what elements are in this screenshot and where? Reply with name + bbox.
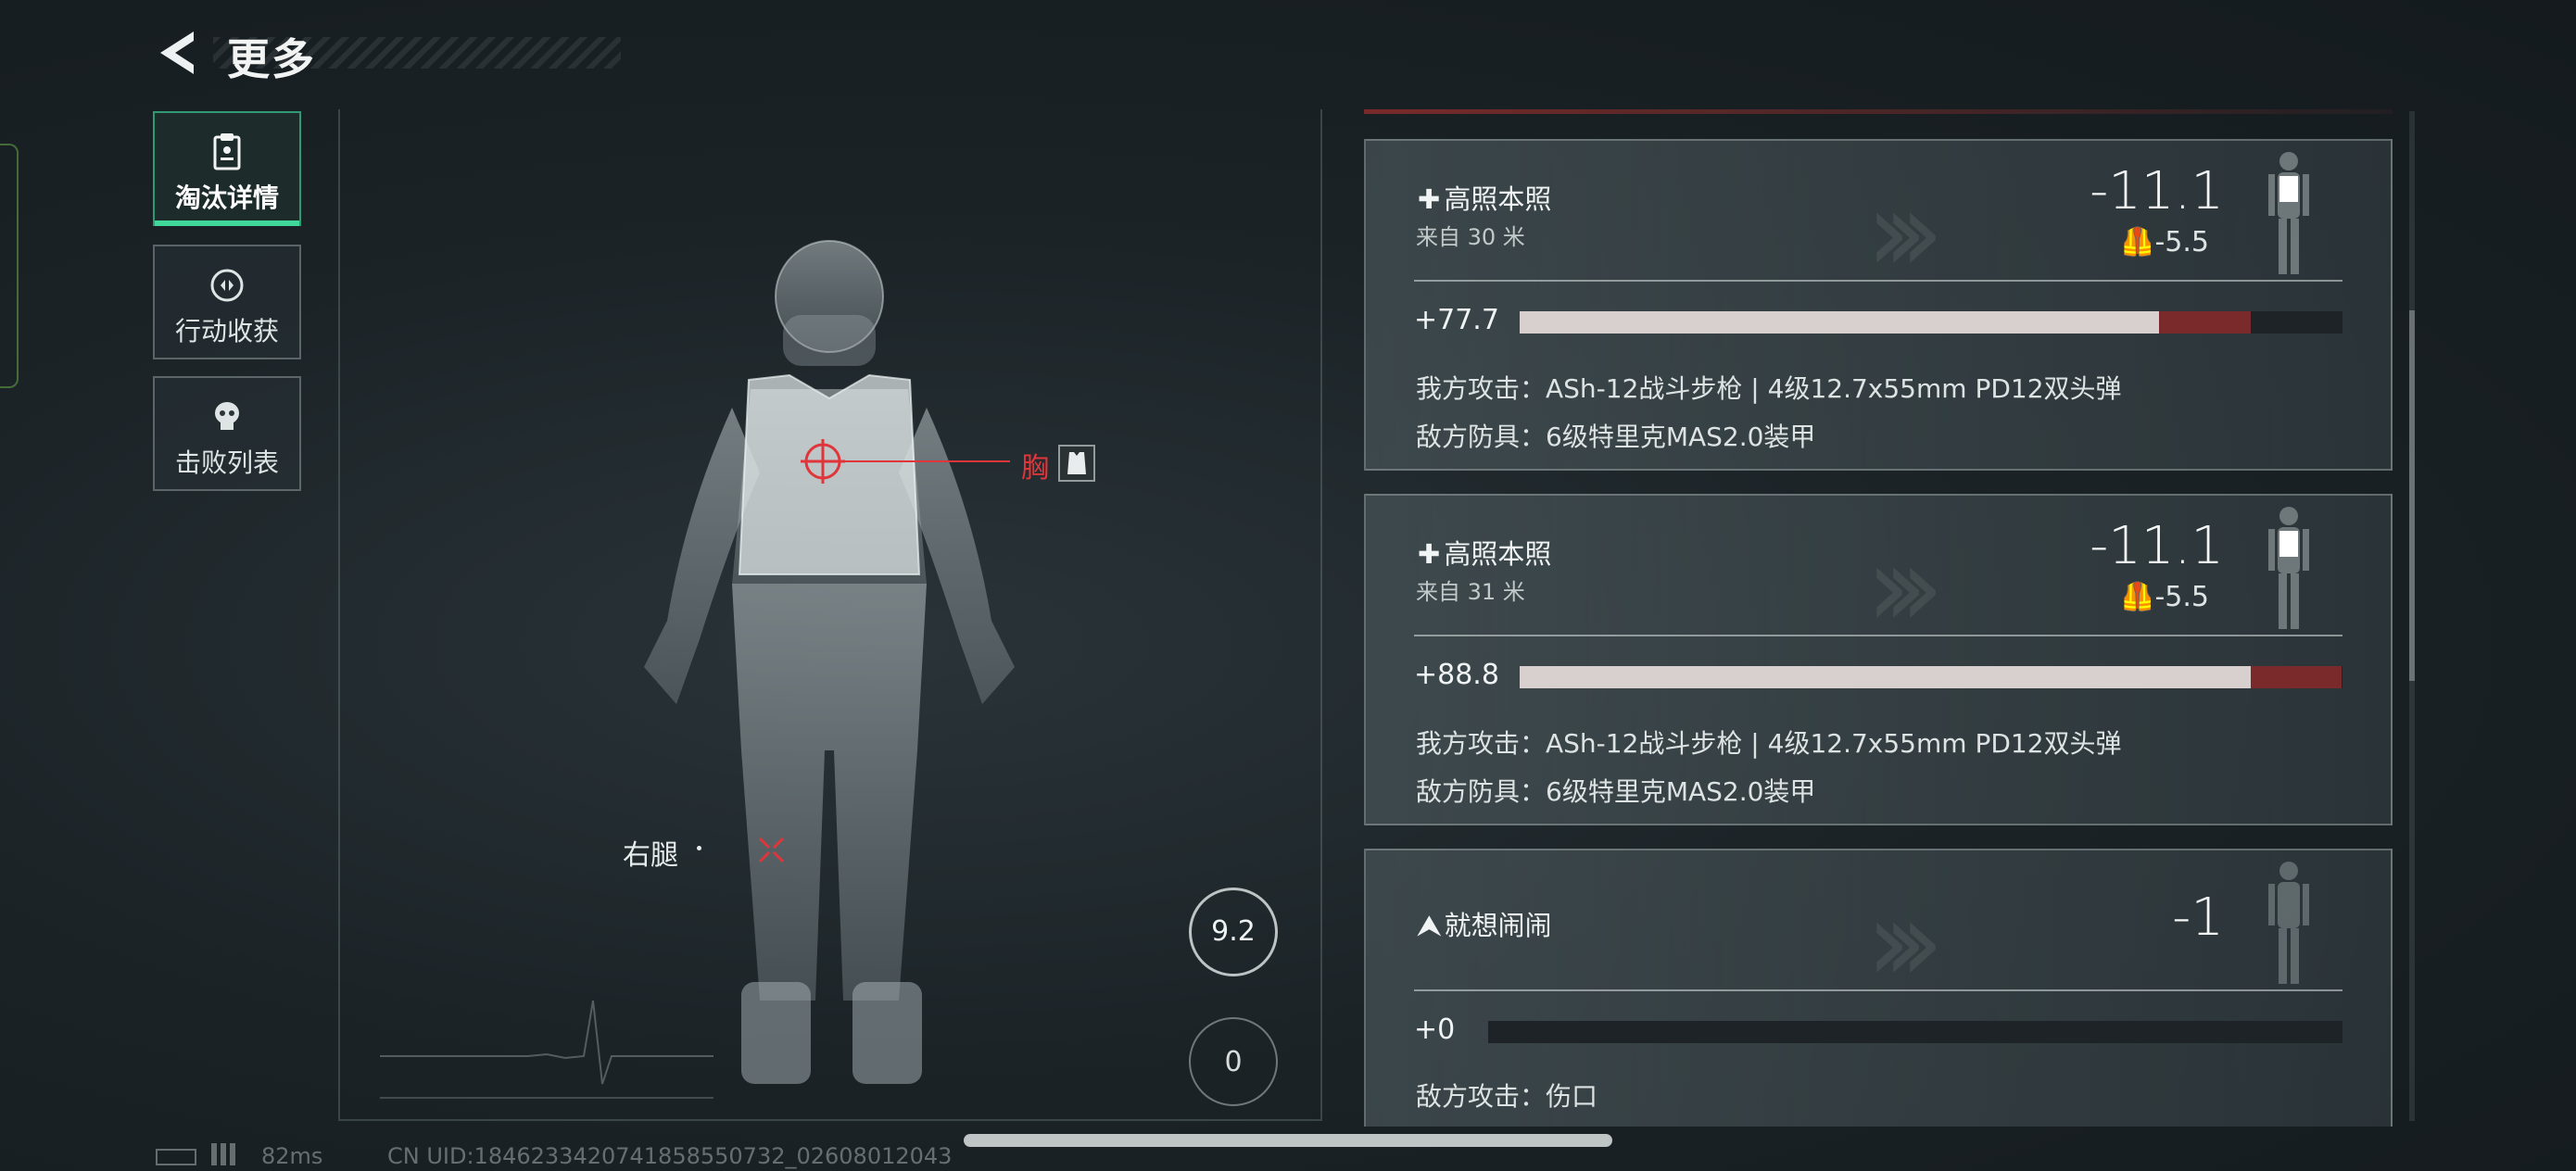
health-bar-remaining	[1520, 311, 2159, 334]
damage-value: -11.1	[2090, 516, 2224, 576]
hp-before: +88.8	[1414, 659, 1499, 691]
ping-text: 82ms	[261, 1143, 323, 1169]
armor-vest-icon	[1058, 445, 1095, 482]
attack-distance: 来自 31 米	[1416, 579, 1525, 605]
chevron-right-icon: ›››	[1866, 169, 1944, 297]
enemy-armor-info: 敌方防具：6级特里克MAS2.0装甲	[1416, 776, 1816, 807]
chevron-right-icon: ›››	[1866, 523, 1944, 652]
chevron-right-icon: ›››	[1866, 878, 1944, 1007]
hp-before: +0	[1414, 1014, 1456, 1046]
vest-icon: 🦺	[2120, 581, 2155, 613]
sidebar-item-label: 行动收获	[174, 316, 279, 346]
attacker-name: ✚ 高照本照	[1418, 183, 1552, 215]
armor-damage: 🦺-5.5	[2120, 226, 2209, 258]
loot-icon	[210, 269, 244, 302]
attacker-name: ⮝ 就想闹闹	[1418, 910, 1552, 941]
sidebar-item-label: 击败列表	[174, 447, 279, 478]
leg-pointer-dot	[697, 846, 701, 850]
card-divider	[1414, 280, 2342, 282]
battery-icon	[156, 1149, 196, 1165]
back-arrow-icon[interactable]	[153, 28, 204, 79]
enemy-armor-info: 敌方防具：6级特里克MAS2.0装甲	[1416, 422, 1816, 452]
damage-card-3[interactable]: ››› ⮝ 就想闹闹 -1 +0 敌方攻击：伤口	[1364, 849, 2393, 1127]
frame-left-line	[338, 109, 340, 1119]
frame-bottom-line	[338, 1119, 1322, 1121]
damage-value: -11.1	[2090, 161, 2224, 221]
frame-mid-line	[1320, 109, 1322, 1119]
damage-card-2[interactable]: ››› ✚ 高照本照 来自 31 米 -11.1 🦺-5.5 +88.8 我方攻击…	[1364, 494, 2393, 825]
our-attack-info: 我方攻击：ASh-12战斗步枪 | 4级12.7x55mm PD12双头弹	[1416, 373, 2122, 404]
vest-icon: 🦺	[2120, 226, 2155, 258]
signal-icon	[211, 1143, 245, 1165]
enemy-attack-info: 敌方攻击：伤口	[1416, 1081, 1598, 1112]
attacker-name: ✚ 高照本照	[1418, 538, 1552, 570]
health-bar-loss	[2158, 311, 2251, 334]
hit-label-chest: 胸	[1021, 452, 1049, 485]
health-bar-loss	[2250, 666, 2342, 688]
chevron-up-icon: ⮝	[1418, 910, 1441, 941]
card-divider	[1414, 635, 2342, 636]
sidebar-item-defeat-list[interactable]: 击败列表	[153, 376, 301, 491]
home-indicator[interactable]	[964, 1134, 1612, 1147]
health-bar	[1520, 666, 2342, 688]
sidebar-item-elimination-details[interactable]: 淘汰详情	[153, 111, 301, 226]
clipboard-icon	[213, 133, 241, 170]
plus-icon: ✚	[1418, 538, 1441, 570]
health-bar	[1520, 311, 2342, 334]
page-title: 更多	[227, 34, 316, 84]
panel-top-accent	[1364, 109, 2393, 114]
damage-card-1[interactable]: ››› ✚ 高照本照 来自 30 米 -11.1 🦺-5.5 +77.7 我方攻击…	[1364, 139, 2393, 471]
plus-icon: ✚	[1418, 183, 1441, 215]
skull-icon	[215, 402, 239, 430]
scrollbar-thumb[interactable]	[2409, 310, 2415, 681]
distance-indicator: 9.2	[1189, 888, 1278, 976]
health-bar	[1488, 1021, 2342, 1043]
body-silhouette-icon	[2268, 507, 2309, 629]
damage-value: -1	[2172, 888, 2224, 948]
attack-distance: 来自 30 米	[1416, 224, 1525, 250]
hit-label-right-leg: 右腿	[623, 839, 678, 872]
kill-count-indicator: 0	[1189, 1017, 1278, 1106]
body-silhouette-icon	[2268, 862, 2309, 984]
sidebar-item-action-loot[interactable]: 行动收获	[153, 245, 301, 359]
uid-text: CN UID:1846233420741858550732_0260801204…	[387, 1143, 953, 1169]
health-bar-remaining	[1520, 666, 2251, 688]
armor-damage: 🦺-5.5	[2120, 581, 2209, 613]
hp-before: +77.7	[1414, 304, 1499, 336]
body-silhouette-icon	[2268, 152, 2309, 274]
soldier-figure	[644, 240, 1015, 1084]
left-edge-accent	[0, 144, 19, 388]
sidebar-item-label: 淘汰详情	[174, 183, 279, 213]
our-attack-info: 我方攻击：ASh-12战斗步枪 | 4级12.7x55mm PD12双头弹	[1416, 728, 2122, 759]
card-divider	[1414, 989, 2342, 991]
